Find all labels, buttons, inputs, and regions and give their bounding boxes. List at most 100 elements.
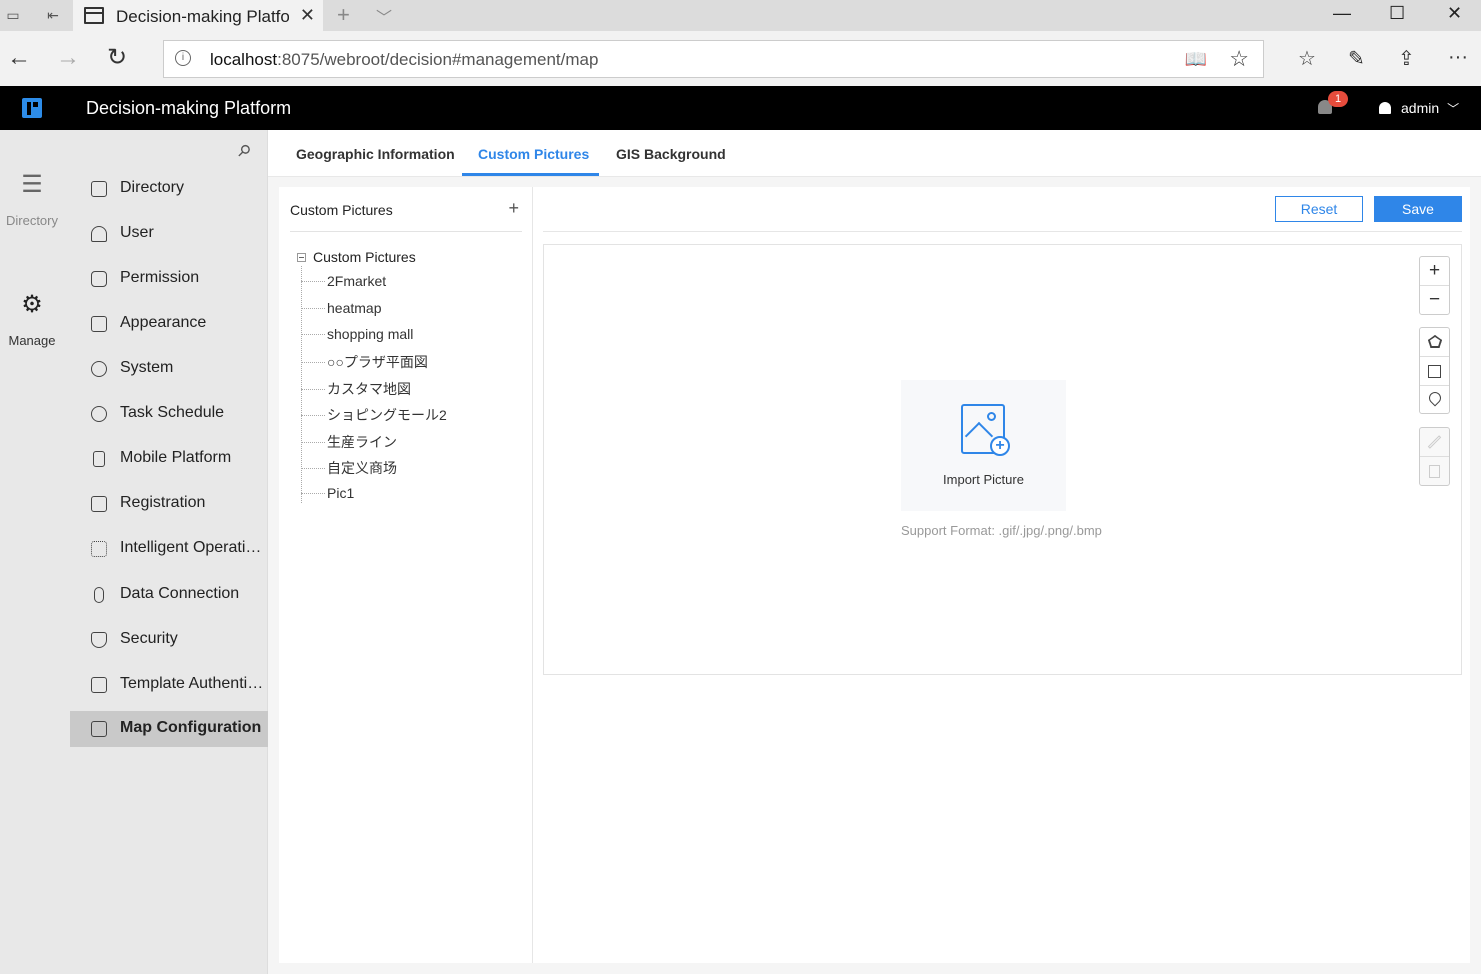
save-button[interactable]: Save xyxy=(1374,196,1462,222)
sidebar-item-registration[interactable]: Registration xyxy=(70,486,268,522)
tree-node-label: 自定义商场 xyxy=(327,460,397,476)
sidebar-item-template-authentication[interactable]: Template Authentic… xyxy=(70,667,268,703)
url-field[interactable]: i localhost:8075/webroot/decision#manage… xyxy=(163,40,1264,78)
picture-editor-panel: Reset Save + Import Picture Support Form… xyxy=(533,187,1470,963)
zoom-out-icon[interactable]: − xyxy=(1420,286,1449,315)
map-canvas[interactable]: + Import Picture Support Format: .gif/.j… xyxy=(543,244,1462,675)
sidebar-item-mobile-platform[interactable]: Mobile Platform xyxy=(70,441,268,477)
app-header: Decision-making Platform 1 admin ﹀ xyxy=(0,86,1481,130)
collapse-icon[interactable] xyxy=(297,253,306,262)
sidebar-item-directory[interactable]: Directory xyxy=(70,171,268,207)
sidebar-item-appearance[interactable]: Appearance xyxy=(70,306,268,342)
tab-geographic-information[interactable]: Geographic Information xyxy=(296,146,455,162)
new-tab-icon[interactable]: + xyxy=(337,2,350,28)
sidebar-item-task-schedule[interactable]: Task Schedule xyxy=(70,396,268,432)
rail-manage-label: Manage xyxy=(8,333,56,348)
rectangle-icon[interactable] xyxy=(1420,357,1449,386)
minimize-icon[interactable]: — xyxy=(1333,3,1351,24)
tree-node[interactable]: Pic1 xyxy=(301,485,521,507)
back-icon[interactable]: ← xyxy=(7,44,31,72)
sidebar-item-map-configuration[interactable]: Map Configuration xyxy=(70,711,268,747)
url-text: localhost:8075/webroot/decision#manageme… xyxy=(210,50,599,69)
reading-view-icon[interactable]: 📖 xyxy=(1185,49,1207,70)
forward-icon[interactable]: → xyxy=(56,44,80,72)
sidebar-item-security[interactable]: Security xyxy=(70,622,268,658)
tab-dropdown-icon[interactable]: ﹀ xyxy=(376,4,392,28)
sidebar-item-data-connection[interactable]: Data Connection xyxy=(70,577,268,613)
pin-icon[interactable]: ⚲ xyxy=(233,140,255,162)
app-title: Decision-making Platform xyxy=(86,98,292,118)
reset-button[interactable]: Reset xyxy=(1275,196,1363,222)
tree-header: Custom Pictures xyxy=(290,202,393,218)
tree-node[interactable]: カスタマ地図 xyxy=(301,379,521,401)
close-window-icon[interactable]: ✕ xyxy=(1447,3,1462,24)
delete-trash-icon[interactable] xyxy=(1420,457,1449,486)
tree-node[interactable]: ショピングモール2 xyxy=(301,405,521,427)
sidebar-item-intelligent-operations[interactable]: Intelligent Operations xyxy=(70,531,268,567)
browser-tab-bar: ▭ ⇤ Decision-making Platfor ✕ + ﹀ — ☐ ✕ xyxy=(0,0,1481,31)
user-icon xyxy=(91,226,107,242)
tree-root[interactable]: Custom Pictures xyxy=(297,249,416,265)
polygon-icon[interactable] xyxy=(1420,328,1449,357)
info-icon[interactable]: i xyxy=(175,50,191,66)
edit-pencil-icon[interactable] xyxy=(1420,428,1449,457)
tree-node[interactable]: 自定义商场 xyxy=(301,458,521,480)
tree-node[interactable]: shopping mall xyxy=(301,326,521,348)
tree-node-label: shopping mall xyxy=(327,326,414,342)
paint-roller-icon xyxy=(91,316,107,332)
tree-node[interactable]: 2Fmarket xyxy=(301,273,521,295)
registration-icon xyxy=(91,496,107,512)
stopwatch-icon xyxy=(91,406,107,422)
gear-icon: ⚙ xyxy=(21,291,43,318)
tree-node[interactable]: heatmap xyxy=(301,300,521,322)
user-menu[interactable]: admin ﹀ xyxy=(1379,100,1459,117)
browser-tab-title: Decision-making Platfor xyxy=(116,7,289,26)
favorites-icon[interactable]: ☆ xyxy=(1298,46,1316,71)
tab-custom-pictures[interactable]: Custom Pictures xyxy=(478,146,589,162)
map-icon xyxy=(91,721,107,737)
more-icon[interactable]: ··· xyxy=(1448,46,1468,69)
left-rail: ☰ Directory ⚙ Manage xyxy=(0,130,70,974)
maximize-icon[interactable]: ☐ xyxy=(1389,3,1405,24)
lock-icon xyxy=(91,271,107,287)
add-icon[interactable]: + xyxy=(508,198,519,219)
tree-node-label: ○○プラザ平面図 xyxy=(327,354,428,370)
refresh-icon[interactable]: ↻ xyxy=(107,44,127,72)
list-icon: ☰ xyxy=(21,171,43,198)
browser-tab-active[interactable]: Decision-making Platfor ✕ xyxy=(73,0,323,31)
support-format-text: Support Format: .gif/.jpg/.png/.bmp xyxy=(901,523,1102,538)
active-tab-indicator xyxy=(462,173,599,176)
chevron-down-icon: ﹀ xyxy=(1447,102,1460,116)
tree-node-label: カスタマ地図 xyxy=(327,381,411,397)
draw-tools xyxy=(1419,327,1450,414)
tree-node-label: heatmap xyxy=(327,300,382,316)
favorite-star-icon[interactable]: ☆ xyxy=(1229,46,1249,72)
tree-node[interactable]: ○○プラザ平面図 xyxy=(301,352,521,374)
sidebar-item-permission[interactable]: Permission xyxy=(70,261,268,297)
tree-node-label: 2Fmarket xyxy=(327,273,387,289)
divider xyxy=(290,231,522,232)
share-icon[interactable]: ⇪ xyxy=(1398,46,1415,71)
tree-root-label: Custom Pictures xyxy=(313,249,416,265)
tab-manager-icon[interactable]: ▭ xyxy=(4,6,22,24)
sidebar-item-user[interactable]: User xyxy=(70,216,268,252)
tree-node-label: Pic1 xyxy=(327,485,355,501)
picture-tree-panel: Custom Pictures + Custom Pictures 2Fmark… xyxy=(279,187,533,963)
zoom-in-icon[interactable]: + xyxy=(1420,257,1449,286)
page-icon xyxy=(84,7,104,24)
marker-icon[interactable] xyxy=(1420,386,1449,415)
pen-icon[interactable]: ✎ xyxy=(1348,46,1365,71)
sidebar-item-system[interactable]: System xyxy=(70,351,268,387)
mobile-icon xyxy=(93,451,105,467)
template-icon xyxy=(91,677,107,693)
import-picture-button[interactable]: + Import Picture xyxy=(901,380,1066,511)
tree-node[interactable]: 生産ライン xyxy=(301,432,521,454)
gear-icon xyxy=(91,361,107,377)
set-aside-tabs-icon[interactable]: ⇤ xyxy=(44,6,62,24)
tab-gis-background[interactable]: GIS Background xyxy=(616,146,726,162)
add-circle-icon: + xyxy=(990,436,1010,456)
import-picture-label: Import Picture xyxy=(943,472,1024,487)
close-tab-icon[interactable]: ✕ xyxy=(300,5,315,26)
rail-directory[interactable]: ☰ Directory xyxy=(0,170,64,228)
rail-manage[interactable]: ⚙ Manage xyxy=(0,290,64,348)
